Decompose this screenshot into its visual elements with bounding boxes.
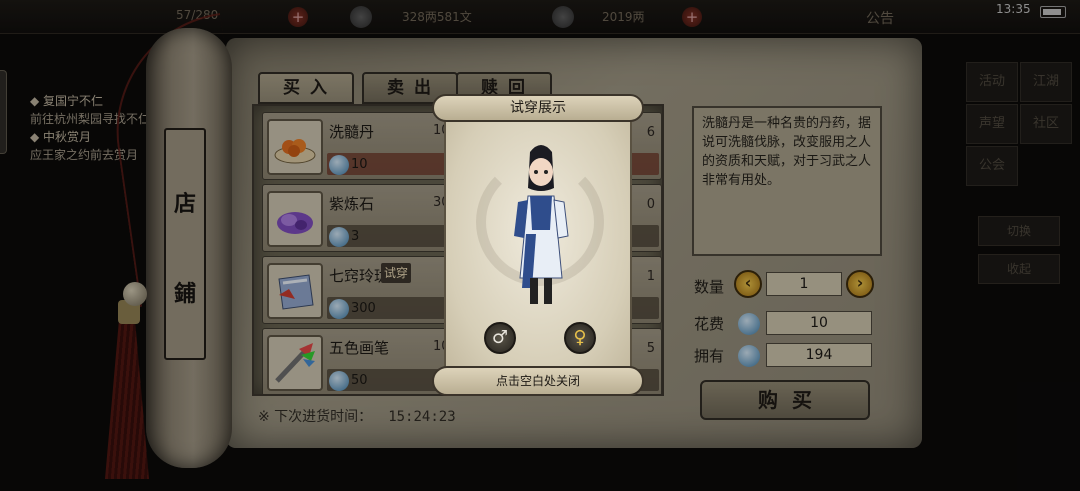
popup-close-hint[interactable]: 点击空白处关闭 — [432, 366, 644, 396]
character-preview — [514, 145, 569, 304]
popup-body: ♂ ♀ — [444, 118, 632, 372]
male-gender-button[interactable]: ♂ — [484, 322, 516, 354]
popup-title: 试穿展示 — [432, 94, 644, 122]
try-on-popup[interactable]: ♂ ♀ 试穿展示 点击空白处关闭 — [432, 94, 644, 396]
female-gender-button[interactable]: ♀ — [564, 322, 596, 354]
